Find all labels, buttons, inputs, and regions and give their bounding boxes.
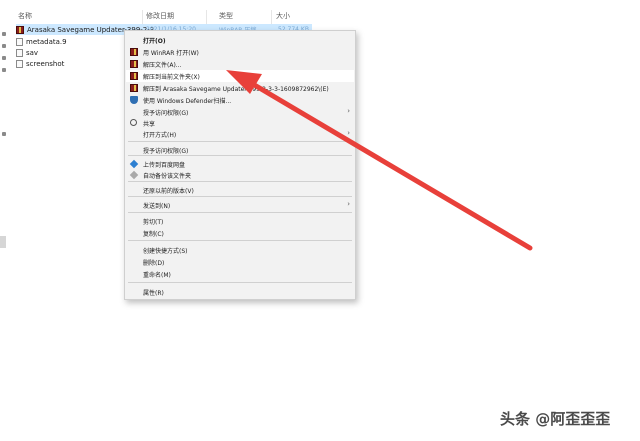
menu-item-delete[interactable]: 删除(D)	[126, 256, 354, 268]
menu-item-restore-versions[interactable]: 还原以前的版本(V)	[126, 184, 354, 196]
menu-item-label: 用 WinRAR 打开(W)	[143, 50, 199, 57]
file-name: screenshot	[26, 59, 65, 68]
menu-item-extract-to-folder[interactable]: 解压到 Arasaka Savegame Updater-399-2-3-3-1…	[126, 82, 354, 94]
menu-item-label: 属性(R)	[143, 290, 164, 297]
menu-item-label: 创建快捷方式(S)	[143, 248, 188, 255]
menu-separator	[128, 240, 352, 241]
menu-item-label: 共享	[143, 121, 156, 128]
winrar-icon	[130, 84, 138, 92]
menu-item-label: 剪切(T)	[143, 219, 164, 226]
share-icon	[130, 119, 137, 126]
winrar-icon	[130, 72, 138, 80]
baidu-netdisk-icon	[129, 159, 139, 169]
menu-item-label: 还原以前的版本(V)	[143, 188, 194, 195]
file-icon	[16, 48, 23, 57]
menu-separator	[128, 196, 352, 197]
nav-pin-icon[interactable]	[2, 132, 6, 136]
submenu-arrow-icon: ›	[347, 200, 350, 208]
menu-item-rename[interactable]: 重命名(M)	[126, 268, 354, 280]
menu-item-copy[interactable]: 复制(C)	[126, 227, 354, 239]
menu-item-create-shortcut[interactable]: 创建快捷方式(S)	[126, 244, 354, 256]
menu-item-send-to[interactable]: 发送到(N) ›	[126, 199, 354, 211]
menu-separator	[128, 282, 352, 283]
menu-item-defender-scan[interactable]: 使用 Windows Defender扫描...	[126, 94, 354, 106]
menu-item-label: 授予访问权限(G)	[143, 148, 189, 155]
menu-separator	[128, 155, 352, 156]
file-row[interactable]: sav	[16, 47, 38, 58]
file-icon	[16, 59, 23, 68]
menu-item-extract-here[interactable]: 解压到当前文件夹(X)	[126, 70, 354, 82]
menu-item-label: 使用 Windows Defender扫描...	[143, 98, 232, 105]
column-divider[interactable]	[142, 10, 143, 24]
menu-item-label: 上传到百度网盘	[143, 162, 186, 169]
menu-item-label: 删除(D)	[143, 260, 165, 267]
menu-item-label: 授予访问权限(G)	[143, 110, 189, 117]
defender-shield-icon	[130, 96, 138, 104]
file-row[interactable]: screenshot	[16, 58, 64, 69]
column-date[interactable]: 修改日期	[146, 11, 174, 21]
watermark: 头条 @阿歪歪歪	[500, 410, 611, 428]
menu-item-label: 发送到(N)	[143, 203, 171, 210]
archive-icon	[16, 25, 24, 34]
column-divider[interactable]	[206, 10, 207, 24]
winrar-icon	[130, 48, 138, 56]
file-row[interactable]: metadata.9	[16, 36, 67, 47]
file-icon	[16, 37, 23, 46]
column-name[interactable]: 名称	[18, 11, 32, 21]
submenu-arrow-icon: ›	[347, 129, 350, 137]
menu-item-label: 解压到 Arasaka Savegame Updater-399-2-3-3-1…	[143, 86, 329, 93]
winrar-icon	[130, 60, 138, 68]
menu-item-open-with[interactable]: 打开方式(H) ›	[126, 128, 354, 140]
column-divider[interactable]	[271, 10, 272, 24]
menu-item-label: 解压文件(A)...	[143, 62, 182, 69]
file-name: sav	[26, 48, 39, 57]
menu-item-label: 打开方式(H)	[143, 132, 177, 139]
nav-pin-icon[interactable]	[2, 44, 6, 48]
nav-scrollbar[interactable]	[0, 236, 6, 248]
menu-separator	[128, 212, 352, 213]
nav-pin-icon[interactable]	[2, 68, 6, 72]
context-menu: 打开(O) 用 WinRAR 打开(W) 解压文件(A)... 解压到当前文件夹…	[124, 30, 356, 300]
nav-pin-icon[interactable]	[2, 32, 6, 36]
column-size[interactable]: 大小	[276, 11, 290, 21]
menu-separator	[128, 141, 352, 142]
column-type[interactable]: 类型	[219, 11, 233, 21]
menu-item-label: 自动备份该文件夹	[143, 173, 192, 180]
menu-item-open[interactable]: 打开(O)	[126, 34, 354, 46]
menu-item-label: 解压到当前文件夹(X)	[143, 74, 200, 81]
menu-item-open-with-winrar[interactable]: 用 WinRAR 打开(W)	[126, 46, 354, 58]
menu-item-label: 打开(O)	[143, 38, 166, 45]
column-header: 名称 修改日期 类型 大小	[16, 10, 312, 24]
menu-item-properties[interactable]: 属性(R)	[126, 286, 354, 298]
menu-item-label: 重命名(M)	[143, 272, 171, 279]
nav-pin-icon[interactable]	[2, 56, 6, 60]
submenu-arrow-icon: ›	[347, 107, 350, 115]
menu-item-auto-backup[interactable]: 自动备份该文件夹	[126, 169, 354, 181]
menu-separator	[128, 181, 352, 182]
menu-item-label: 复制(C)	[143, 231, 164, 238]
baidu-backup-icon	[129, 170, 139, 180]
menu-item-extract-files[interactable]: 解压文件(A)...	[126, 58, 354, 70]
menu-item-cut[interactable]: 剪切(T)	[126, 215, 354, 227]
file-name: metadata.9	[26, 37, 67, 46]
